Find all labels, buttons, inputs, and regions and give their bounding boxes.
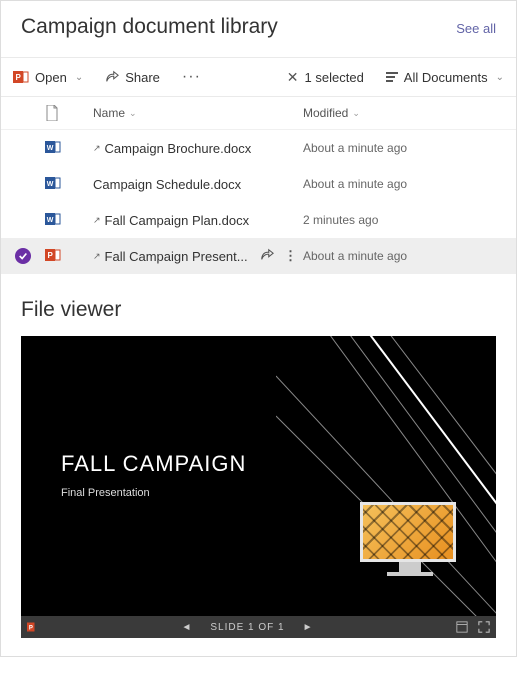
chevron-down-icon: ⌄: [496, 72, 504, 83]
file-modified: About a minute ago: [303, 141, 407, 155]
table-row[interactable]: W Campaign Schedule.docx About a minute ag…: [1, 166, 516, 202]
column-header-row: Name ⌄ Modified ⌄: [1, 97, 516, 130]
list-view-icon: [386, 72, 398, 82]
word-icon: W: [45, 211, 61, 230]
shared-indicator-icon: ↗: [93, 143, 101, 154]
share-icon: [105, 70, 119, 84]
next-slide-button[interactable]: ►: [303, 622, 314, 633]
powerpoint-icon: P: [45, 247, 61, 266]
svg-text:W: W: [47, 181, 54, 188]
word-icon: W: [45, 175, 61, 194]
word-icon: W: [45, 139, 61, 158]
table-row[interactable]: P ↗ Fall Campaign Present... ⋮ About a minut…: [1, 238, 516, 274]
shared-indicator-icon: ↗: [93, 251, 101, 262]
file-name: Fall Campaign Plan.docx: [105, 213, 250, 228]
share-row-button[interactable]: [260, 248, 274, 265]
file-modified: 2 minutes ago: [303, 213, 378, 227]
modified-column-header[interactable]: Modified ⌄: [303, 106, 360, 120]
slide-preview[interactable]: FALL CAMPAIGN Final Presentation: [21, 336, 496, 616]
row-more-button[interactable]: ⋮: [284, 248, 297, 264]
prev-slide-button[interactable]: ◄: [181, 622, 192, 633]
fullscreen-button[interactable]: [478, 621, 490, 633]
file-name: Campaign Brochure.docx: [105, 141, 252, 156]
file-modified: About a minute ago: [303, 249, 407, 263]
file-name: Campaign Schedule.docx: [93, 177, 241, 192]
svg-text:P: P: [16, 73, 22, 82]
powerpoint-icon: P: [13, 69, 29, 85]
chevron-down-icon: ⌄: [75, 72, 83, 83]
name-column-header[interactable]: Name ⌄: [93, 106, 303, 120]
svg-text:P: P: [48, 251, 54, 260]
powerpoint-icon: P: [27, 621, 39, 633]
table-row[interactable]: W ↗ Fall Campaign Plan.docx 2 minutes ago: [1, 202, 516, 238]
close-icon: ✕: [287, 69, 299, 86]
viewer-statusbar: P ◄ SLIDE 1 OF 1 ►: [21, 616, 496, 638]
svg-text:W: W: [47, 145, 54, 152]
svg-text:P: P: [29, 625, 33, 631]
clear-selection-button[interactable]: ✕ 1 selected: [279, 65, 372, 90]
open-button[interactable]: P Open ⌄: [5, 65, 91, 89]
library-title: Campaign document library: [21, 15, 278, 39]
slide-title: FALL CAMPAIGN: [61, 451, 246, 477]
file-viewer: FALL CAMPAIGN Final Presentation P ◄ SLI…: [21, 336, 496, 638]
more-actions-button[interactable]: ···: [174, 64, 209, 90]
shared-indicator-icon: ↗: [93, 215, 101, 226]
library-toolbar: P Open ⌄ Share ··· ✕ 1 selected All Docu…: [1, 57, 516, 97]
file-viewer-title: File viewer: [1, 274, 516, 336]
doctype-column-icon[interactable]: [45, 105, 59, 121]
slide-status: SLIDE 1 OF 1: [210, 622, 284, 633]
file-modified: About a minute ago: [303, 177, 407, 191]
table-row[interactable]: W ↗ Campaign Brochure.docx About a minute a…: [1, 130, 516, 166]
view-selector-button[interactable]: All Documents ⌄: [378, 66, 512, 89]
file-name: Fall Campaign Present...: [105, 249, 248, 264]
slide-image: [360, 502, 460, 576]
svg-text:W: W: [47, 217, 54, 224]
slide-subtitle: Final Presentation: [61, 487, 246, 499]
chevron-down-icon: ⌄: [352, 108, 360, 119]
view-mode-button[interactable]: [456, 621, 468, 633]
share-button[interactable]: Share: [97, 66, 168, 89]
selected-check-icon[interactable]: [15, 248, 31, 264]
chevron-down-icon: ⌄: [129, 108, 137, 119]
see-all-link[interactable]: See all: [456, 21, 496, 36]
